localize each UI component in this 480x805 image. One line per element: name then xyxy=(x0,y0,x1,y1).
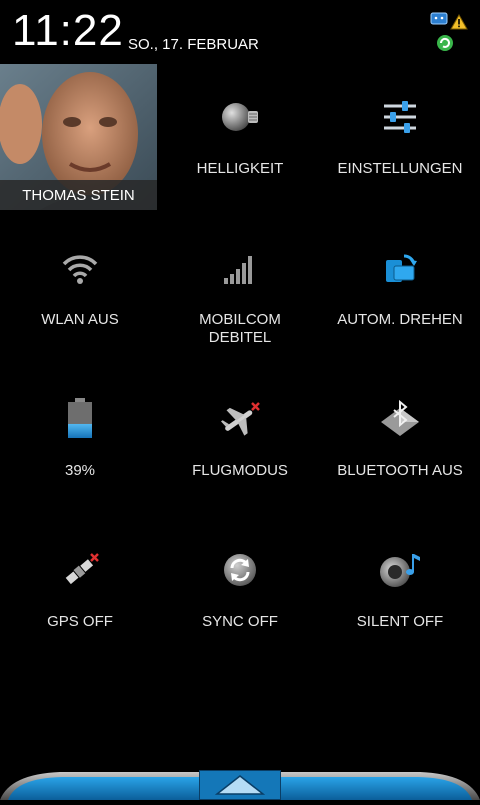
tile-label: GPS OFF xyxy=(47,613,113,630)
tile-silent[interactable]: SILENT OFF xyxy=(320,517,480,667)
status-bar: 11:22 SO., 17. FEBRUAR xyxy=(0,0,480,64)
chevron-up-icon xyxy=(198,769,282,801)
tile-auto-rotate[interactable]: AUTOM. DREHEN xyxy=(320,215,480,365)
auto-rotate-icon xyxy=(382,245,418,291)
warning-icon xyxy=(450,14,468,30)
profile-card[interactable]: THOMAS STEIN xyxy=(0,64,157,210)
tile-label: HELLIGKEIT xyxy=(196,160,284,177)
wifi-icon xyxy=(60,245,100,291)
tile-battery[interactable]: 39% xyxy=(0,366,160,516)
tile-label: FLUGMODUS xyxy=(192,462,288,479)
tile-label: BLUETOOTH AUS xyxy=(337,462,463,479)
signal-bars-icon xyxy=(222,245,258,291)
date: SO., 17. FEBRUAR xyxy=(128,36,259,53)
sync-status-icon xyxy=(437,35,453,51)
tile-bluetooth[interactable]: BLUETOOTH AUS xyxy=(320,366,480,516)
collapse-handle[interactable] xyxy=(198,769,282,801)
airplane-icon xyxy=(219,396,261,442)
tile-settings[interactable]: EINSTELLUNGEN xyxy=(320,64,480,214)
tile-mobile-network[interactable]: MOBILCOM DEBITEL xyxy=(160,215,320,365)
tile-label: WLAN AUS xyxy=(41,311,119,328)
bluetooth-icon xyxy=(379,396,421,442)
tile-label: EINSTELLUNGEN xyxy=(337,160,463,177)
tile-gps[interactable]: GPS OFF xyxy=(0,517,160,667)
gps-satellite-icon xyxy=(59,547,101,593)
notification-icons[interactable] xyxy=(430,12,470,54)
clock: 11:22 xyxy=(12,6,124,55)
profile-name: THOMAS STEIN xyxy=(0,180,157,210)
tile-label: MOBILCOM DEBITEL xyxy=(199,311,281,346)
tile-label: 39% xyxy=(64,462,96,479)
tile-label: SYNC OFF xyxy=(202,613,278,630)
brightness-bulb-icon xyxy=(218,94,262,140)
speaker-icon xyxy=(379,547,421,593)
tile-label: SILENT OFF xyxy=(356,613,444,630)
sync-icon xyxy=(222,547,258,593)
tile-label: AUTOM. DREHEN xyxy=(337,311,463,328)
tile-brightness[interactable]: HELLIGKEIT xyxy=(160,64,320,214)
settings-sliders-icon xyxy=(380,94,420,140)
battery-icon xyxy=(66,396,94,442)
tile-wifi[interactable]: WLAN AUS xyxy=(0,215,160,365)
tile-airplane-mode[interactable]: FLUGMODUS xyxy=(160,366,320,516)
message-icon xyxy=(430,12,448,25)
tile-sync[interactable]: SYNC OFF xyxy=(160,517,320,667)
